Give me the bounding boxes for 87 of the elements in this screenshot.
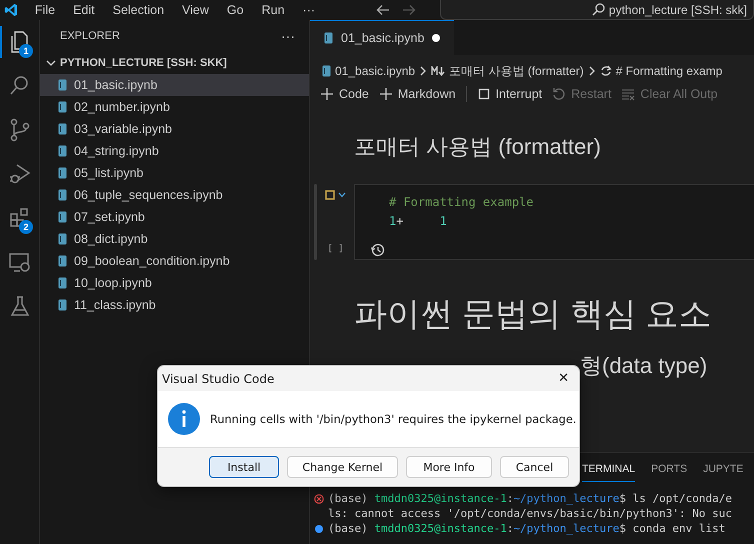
panel-tab[interactable]: TERMINAL [582,454,636,482]
markdown-heading: 포매터 사용법 (formatter) [354,134,601,159]
restart-icon [552,87,566,101]
menu-item[interactable]: Run [252,3,294,17]
forward-arrow-icon[interactable] [402,4,416,16]
code-editor[interactable]: # Formatting example 1+ 1 [354,184,754,260]
search-icon [592,3,605,16]
notebook-file-icon [58,145,67,157]
toolbar-button[interactable]: Markdown [374,87,460,101]
code-line: # Formatting example [389,194,534,211]
notebook-file-icon [58,233,67,245]
terminal-line: ls: cannot access '/opt/conda/envs/basic/bin/python3': No suc [328,506,732,521]
close-button[interactable]: ✕ [558,371,569,386]
explorer-notebook-entry[interactable]: 08_dict.ipynb [40,228,309,250]
notebook-file-icon [324,32,333,44]
panel-tab[interactable]: JUPYTE [703,455,744,481]
plus-icon [320,87,334,101]
explorer-notebook-entry[interactable]: 05_list.ipynb [40,162,309,184]
explorer-notebook-entry[interactable]: 11_class.ipynb [40,294,309,316]
chevron-right-icon [419,66,428,76]
notebook-file-icon [58,299,67,311]
breadcrumb-item[interactable]: # Formatting examp [600,64,722,78]
chevron-right-icon [588,66,596,76]
notebook-file-icon [58,101,67,113]
markdown-icon [431,66,446,76]
back-arrow-icon[interactable] [376,4,390,16]
editor-tab[interactable]: 01_basic.ipynb [310,20,454,55]
chevron-down-icon[interactable] [338,192,346,198]
count-badge: 2 [19,220,33,234]
toolbar-button[interactable]: Interrupt [472,87,546,101]
error-circle-icon [314,494,324,504]
folder-header[interactable]: PYTHON_LECTURE [SSH: SKK] [40,52,309,74]
app-logo-icon [4,2,18,18]
explorer-notebook-entry[interactable]: 07_set.ipynb [40,206,309,228]
explorer-notebook-entry[interactable]: 06_tuple_sequences.ipynb [40,184,309,206]
notebook-file-icon [322,65,331,77]
play-bug-icon[interactable] [8,162,32,186]
menu-item[interactable]: Go [218,3,253,17]
explorer-notebook-entry[interactable]: 02_number.ipynb [40,96,309,118]
count-badge: 1 [19,44,33,58]
notebook-file-icon [58,277,67,289]
execution-count: [ ] [327,244,344,254]
sidebar-title: EXPLORER [60,30,120,42]
notebook-file-icon [58,167,67,179]
status-dot-icon [314,524,324,534]
terminal-line: (base) tmddn0325@instance-1:~/python_lecture$ conda env list [328,521,726,536]
command-center[interactable]: python_lecture [SSH: skk] [440,0,754,20]
explorer-notebook-entry[interactable]: 01_basic.ipynb [40,74,309,96]
notebook-file-icon [58,255,67,267]
dialog-button[interactable]: More Info [406,456,492,478]
dialog-button[interactable]: Change Kernel [287,456,398,478]
more-actions[interactable]: ··· [281,28,295,44]
history-icon[interactable] [371,243,385,257]
dialog-button[interactable]: Install [209,456,279,478]
toolbar-button[interactable]: Code [316,87,373,101]
notebook-file-icon [58,79,67,91]
markdown-heading: 형(data type) [580,353,708,378]
square-icon[interactable] [325,190,335,200]
explorer-notebook-entry[interactable]: 04_string.ipynb [40,140,309,162]
code-line: 1+ 1 [389,213,448,230]
menu-item[interactable]: View [173,3,218,17]
dialog-button[interactable]: Cancel [500,456,569,478]
explorer-notebook-entry[interactable]: 10_loop.ipynb [40,272,309,294]
sync-icon [600,65,612,77]
menu-item[interactable]: Selection [104,3,174,17]
menu-item[interactable]: ··· [294,3,324,17]
markdown-heading: 파이썬 문법의 핵심 요소 [354,295,712,332]
dialog-message: Running cells with '/bin/python3' requires the ipykernel package. [210,412,576,426]
plus-icon [378,87,393,101]
unsaved-dot-icon [432,34,440,42]
panel-tab[interactable]: PORTS [651,455,688,481]
menu-item[interactable]: File [26,3,64,17]
info-icon [168,403,200,435]
menu-item[interactable]: Edit [64,3,104,17]
breadcrumb-item[interactable]: 포매터 사용법 (formatter) [431,62,584,80]
terminal-line: (base) tmddn0325@instance-1:~/python_lecture$ ls /opt/conda/e [328,491,732,506]
clear-lines-icon [621,87,636,101]
notebook-file-icon [58,189,67,201]
breadcrumb-item[interactable]: 01_basic.ipynb [322,64,416,78]
square-icon [476,87,491,101]
explorer-notebook-entry[interactable]: 09_boolean_condition.ipynb [40,250,309,272]
flask-icon[interactable] [8,294,32,318]
explorer-notebook-entry[interactable]: 03_variable.ipynb [40,118,309,140]
dialog-title: Visual Studio Code [162,372,274,386]
notebook-file-icon [58,123,67,135]
notebook-file-icon [58,211,67,223]
active-indicator [0,26,2,58]
